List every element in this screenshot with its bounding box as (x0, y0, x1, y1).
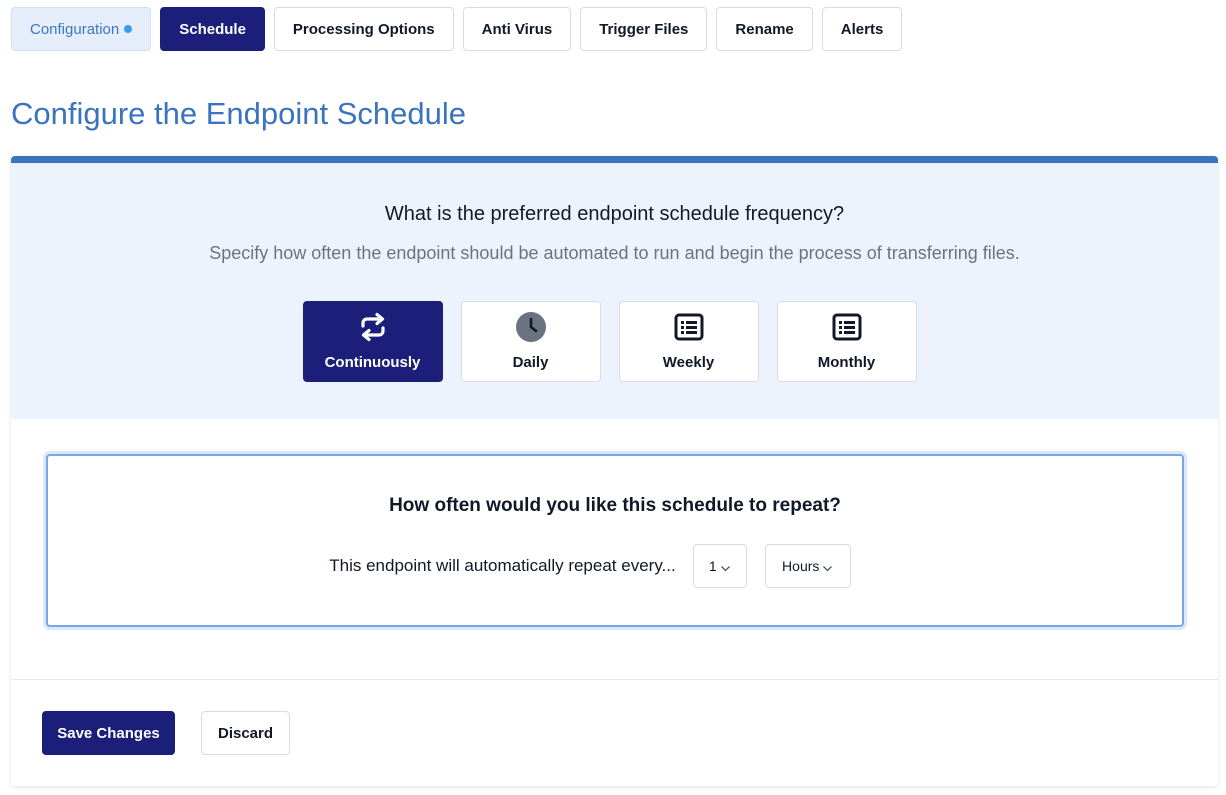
frequency-question: What is the preferred endpoint schedule … (384, 203, 845, 225)
chevron-down-icon (720, 561, 731, 572)
clock-icon (515, 311, 547, 343)
frequency-option-daily[interactable]: Daily (460, 301, 601, 382)
tab-bar: Configuration Schedule Processing Option… (11, 7, 903, 51)
frequency-option-label: Monthly (817, 354, 876, 371)
repeat-settings-panel: How often would you like this schedule t… (46, 454, 1184, 627)
frequency-option-weekly[interactable]: Weekly (618, 301, 759, 382)
frequency-option-label: Continuously (324, 354, 421, 371)
frequency-option-monthly[interactable]: Monthly (776, 301, 917, 382)
tab-trigger-files[interactable]: Trigger Files (580, 7, 708, 51)
discard-button[interactable]: Discard (201, 711, 290, 755)
page-title: Configure the Endpoint Schedule (11, 96, 466, 131)
tab-configuration-label: Configuration (30, 20, 120, 38)
card-accent-bar (11, 156, 1218, 163)
save-changes-button[interactable]: Save Changes (42, 711, 175, 755)
repeat-interval-select[interactable]: 1 (692, 544, 747, 588)
footer-divider (11, 679, 1218, 680)
tab-alerts[interactable]: Alerts (821, 7, 903, 51)
tab-schedule-label: Schedule (179, 20, 246, 38)
repeat-question: How often would you like this schedule t… (389, 495, 841, 516)
status-dot-icon (124, 25, 133, 33)
tab-rename-label: Rename (735, 20, 794, 38)
tab-processing-options-label: Processing Options (292, 20, 435, 38)
tab-trigger-files-label: Trigger Files (599, 20, 689, 38)
repeat-unit-select[interactable]: Hours (764, 544, 851, 588)
repeat-interval-value: 1 (708, 558, 717, 574)
frequency-option-label: Daily (512, 354, 549, 371)
frequency-option-continuously[interactable]: Continuously (302, 301, 443, 382)
chevron-down-icon (822, 561, 833, 572)
list-icon (673, 311, 705, 343)
frequency-section: What is the preferred endpoint schedule … (11, 163, 1218, 419)
tab-anti-virus-label: Anti Virus (481, 20, 553, 38)
tab-alerts-label: Alerts (840, 20, 884, 38)
repeat-arrows-icon (357, 311, 389, 343)
tab-rename[interactable]: Rename (716, 7, 813, 51)
tab-configuration[interactable]: Configuration (11, 7, 152, 51)
repeat-text: This endpoint will automatically repeat … (329, 556, 676, 575)
tab-anti-virus[interactable]: Anti Virus (462, 7, 572, 51)
schedule-card: What is the preferred endpoint schedule … (11, 156, 1218, 786)
frequency-options: Continuously Daily Weekly Monthly (11, 301, 1218, 382)
tab-processing-options[interactable]: Processing Options (273, 7, 454, 51)
repeat-unit-value: Hours (782, 558, 820, 574)
repeat-row: This endpoint will automatically repeat … (48, 544, 1182, 588)
frequency-description: Specify how often the endpoint should be… (209, 243, 1020, 263)
list-icon (831, 311, 863, 343)
frequency-option-label: Weekly (662, 354, 715, 371)
tab-schedule[interactable]: Schedule (160, 7, 265, 51)
